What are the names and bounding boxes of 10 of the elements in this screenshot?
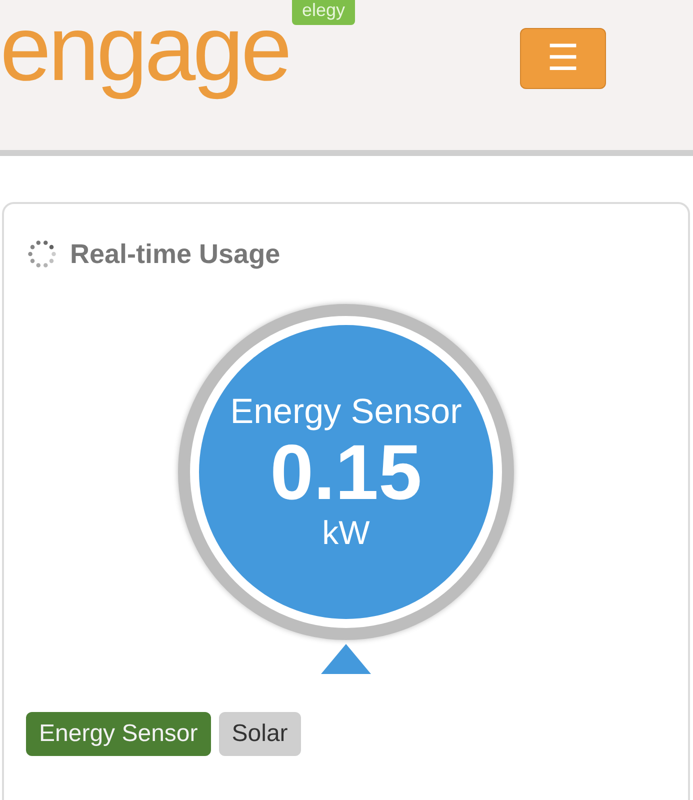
source-button[interactable]: Solar — [218, 712, 301, 756]
gauge-value: 0.15 — [270, 432, 422, 514]
panel-title: Real-time Usage — [70, 238, 280, 270]
gauge-unit: kW — [322, 514, 370, 552]
pointer-icon — [321, 644, 371, 674]
loading-spinner-icon — [26, 238, 58, 270]
logo-badge: elegy — [292, 0, 356, 25]
gauge-label: Energy Sensor — [230, 392, 462, 432]
menu-button[interactable]: ☰ — [520, 28, 606, 89]
source-button[interactable]: Energy Sensor — [26, 712, 211, 756]
